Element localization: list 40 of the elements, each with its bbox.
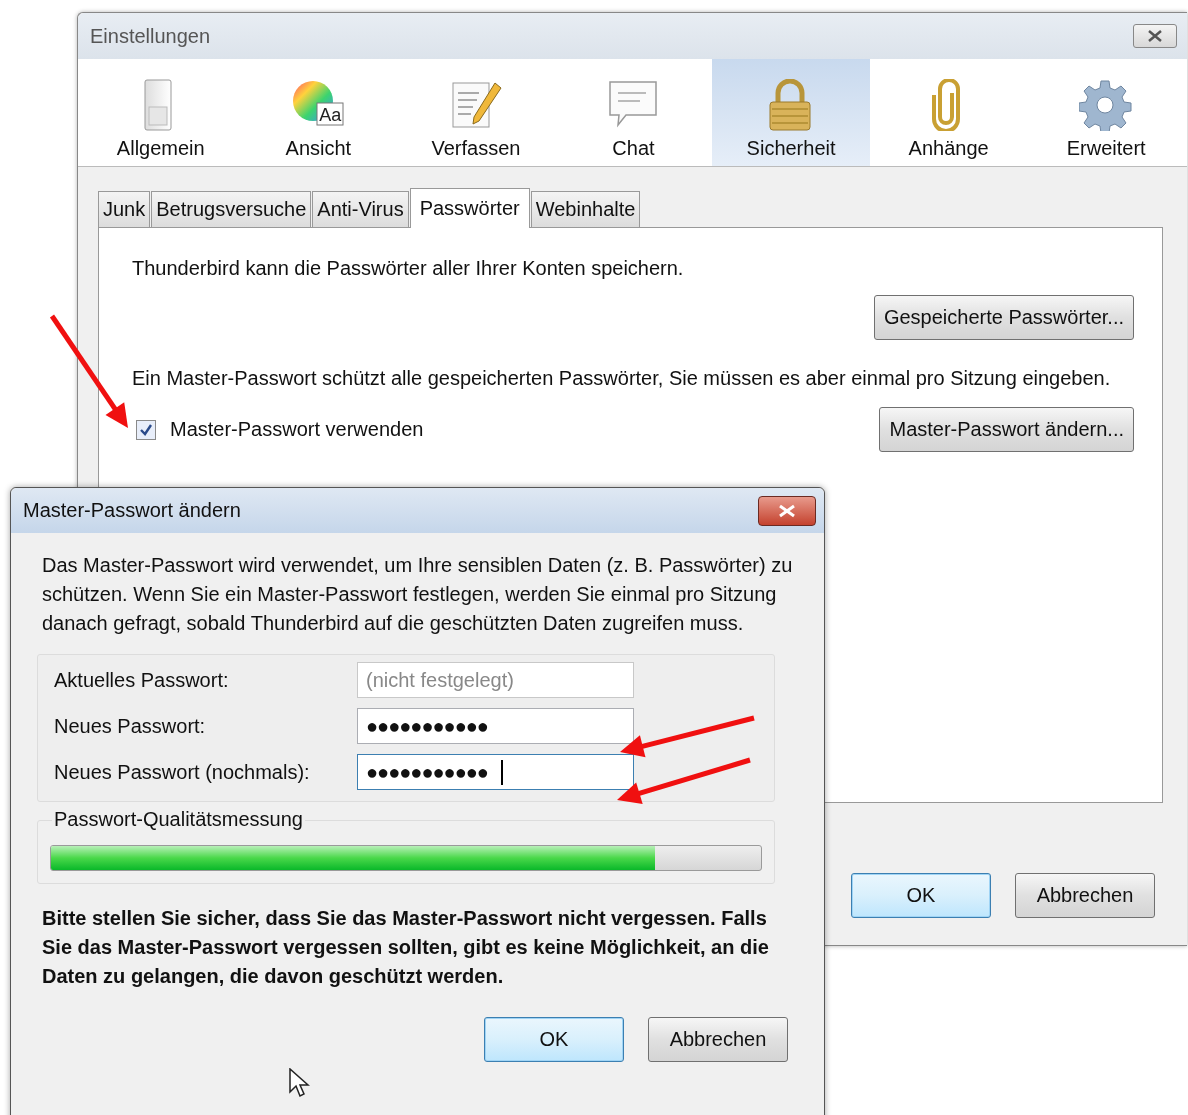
checkmark-icon: [139, 422, 153, 437]
password-field[interactable]: ●●●●●●●●●●●: [357, 708, 634, 744]
field-label: Aktuelles Passwort:: [54, 668, 230, 692]
toolbar-button[interactable]: Erweitert: [1027, 59, 1185, 166]
toolbar-button[interactable]: Verfassen: [397, 59, 555, 166]
saved-passwords-button[interactable]: Gespeicherte Passwörter...: [873, 295, 1134, 340]
close-icon: [777, 502, 797, 519]
font-sample-label: Aa: [319, 105, 342, 125]
toolbar-button[interactable]: Anhänge: [869, 59, 1028, 166]
warning-text: Bitte stellen Sie sicher, dass Sie das Master-Passwort nicht vergessen. Falls Sie das Master-Passwort vergessen sollten, gibt es keine Möglichkeit, an die Daten zu gelangen, die davon geschützt werden.: [42, 906, 770, 989]
window-title: Einstellungen: [90, 24, 211, 48]
tab[interactable]: Webinhalte: [530, 191, 641, 227]
toolbar-button[interactable]: Allgemein: [82, 59, 240, 166]
gear-icon: [1079, 79, 1134, 131]
ok-button[interactable]: OK: [851, 873, 991, 918]
close-button[interactable]: [1133, 24, 1177, 48]
toolbar-button[interactable]: Chat: [554, 59, 713, 166]
field-label: Neues Passwort:: [54, 714, 207, 738]
close-button[interactable]: [758, 495, 816, 526]
password-field[interactable]: ●●●●●●●●●●●: [357, 754, 634, 790]
cancel-button[interactable]: Abbrechen: [648, 1017, 788, 1062]
ok-button[interactable]: OK: [484, 1017, 624, 1062]
change-master-password-button[interactable]: Master-Passwort ändern...: [879, 407, 1134, 452]
toolbar-button[interactable]: Aa Ansicht: [239, 59, 398, 166]
mouse-pointer-icon: [288, 1068, 310, 1098]
tab[interactable]: Junk: [98, 191, 151, 227]
field-label: Neues Passwort (nochmals):: [54, 760, 311, 784]
master-password-text: Ein Master-Passwort schützt alle gespeicherten Passwörter, Sie müssen es aber einmal pro Sitzung eingeben.: [132, 366, 1112, 391]
window-title: Master-Passwort ändern: [23, 499, 241, 522]
cancel-button[interactable]: Abbrechen: [1015, 873, 1155, 918]
text-cursor: [501, 760, 503, 785]
checkbox-label[interactable]: Master-Passwort verwenden: [170, 418, 424, 441]
description-text: Das Master-Passwort wird verwendet, um Ihre sensiblen Daten (z. B. Passwörter) zu schützen. Wenn Sie ein Master-Passwort festlegen, werden Sie einmal pro Sitzung danach gefragt, sobald Thunderbird auf die geschützten Daten zugreifen muss.: [42, 553, 794, 636]
toolbar-button[interactable]: Sicherheit: [712, 59, 870, 166]
checkbox[interactable]: [136, 419, 156, 440]
intro-text: Thunderbird kann die Passwörter aller Ihrer Konten speichern.: [132, 256, 685, 281]
tab[interactable]: Passwörter: [409, 188, 530, 228]
tab[interactable]: Anti-Virus: [312, 191, 409, 227]
close-icon: [1146, 28, 1164, 44]
tab[interactable]: Betrugsversuche: [151, 191, 312, 227]
